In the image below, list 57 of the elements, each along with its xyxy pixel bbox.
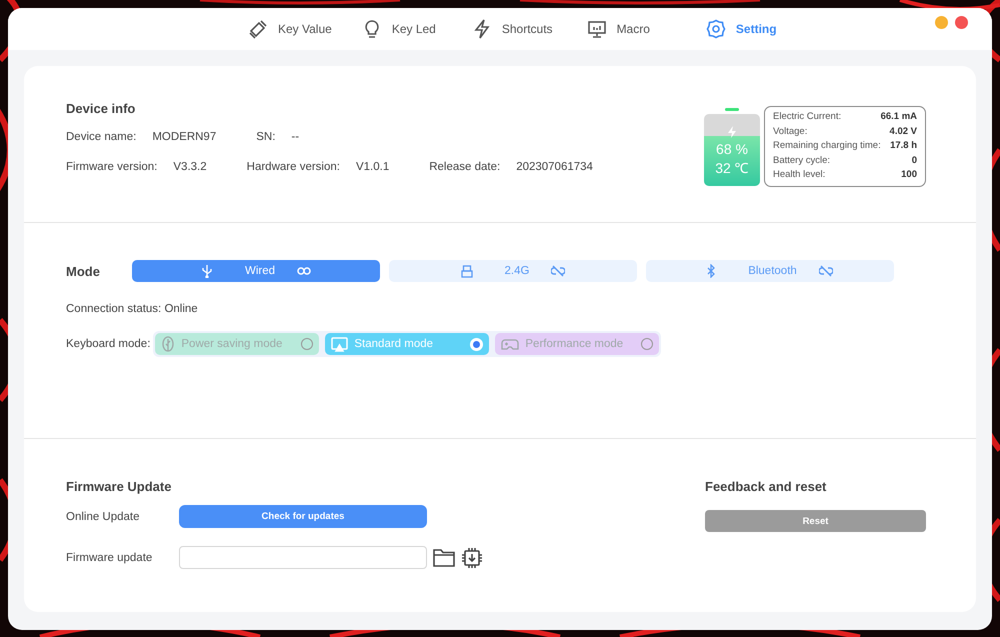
- file-path-field[interactable]: [179, 546, 427, 569]
- monitor-icon: [586, 19, 607, 39]
- field-label: Online Update: [66, 510, 141, 522]
- close-button[interactable]: [955, 16, 968, 29]
- field-value: MODERN97: [152, 131, 216, 143]
- stat-value: 4.02 V: [890, 124, 917, 139]
- stat-label: Voltage:: [773, 124, 808, 139]
- battery-percent: 68 %: [716, 140, 748, 159]
- field-value: V1.0.1: [356, 161, 390, 173]
- lightning-icon: [472, 19, 492, 39]
- usb-icon: [200, 264, 213, 278]
- settings-icon: [706, 19, 726, 39]
- stat-label: Electric Current:: [773, 110, 842, 124]
- field-label: Keyboard mode:: [66, 338, 150, 350]
- stat-value: 17.8 h: [890, 139, 917, 154]
- keyboard-mode-option[interactable]: Performance mode: [495, 333, 660, 355]
- field-value: V3.3.2: [173, 161, 207, 173]
- field-value: 202307061734: [516, 161, 593, 173]
- stat-value: 0: [912, 154, 917, 168]
- keyboard-mode-option[interactable]: Power saving mode: [155, 333, 320, 355]
- battery-temperature: 32 ℃: [715, 159, 749, 178]
- nav-tab[interactable]: Key Led: [358, 19, 440, 39]
- check-updates-button[interactable]: Check for updates: [179, 505, 427, 528]
- folder-icon[interactable]: [433, 548, 455, 567]
- nav-tab[interactable]: Macro: [582, 19, 654, 39]
- connection-button[interactable]: Wired: [132, 260, 380, 282]
- leaf-icon: [161, 336, 176, 352]
- field-label: Firmware update: [66, 552, 154, 564]
- bluetooth-icon: [707, 264, 716, 278]
- section-title: Mode: [66, 264, 101, 278]
- screen-icon: [331, 336, 348, 352]
- stat-value: 66.1 mA: [880, 110, 917, 124]
- dongle-icon: [460, 264, 473, 278]
- stat-label: Health level:: [773, 168, 826, 182]
- stat-label: Battery cycle:: [773, 154, 830, 168]
- field-label: Hardware version:: [246, 161, 340, 173]
- section-title: Device info: [66, 101, 136, 116]
- field-label: SN:: [256, 131, 276, 143]
- nav-tab[interactable]: Key Value: [244, 19, 336, 39]
- connection-button[interactable]: Bluetooth: [646, 260, 894, 282]
- nav-tab[interactable]: Shortcuts: [468, 19, 557, 39]
- field-label: Firmware version:: [66, 161, 158, 173]
- stat-value: 100: [901, 168, 917, 182]
- connection-button[interactable]: 2.4G: [389, 260, 637, 282]
- chip-download-icon[interactable]: [461, 546, 483, 568]
- pen-icon: [248, 19, 268, 39]
- keyboard-mode-option[interactable]: Standard mode: [325, 333, 490, 355]
- section-title: Feedback and reset: [705, 479, 828, 494]
- section-title: Firmware Update: [66, 479, 172, 494]
- connection-status: Connection status: Online: [66, 303, 199, 315]
- stat-label: Remaining charging time:: [773, 139, 881, 154]
- field-label: Device name:: [66, 131, 136, 143]
- field-label: Release date:: [429, 161, 500, 173]
- gamepad-icon: [501, 338, 520, 350]
- nav-tab[interactable]: Setting: [702, 19, 781, 39]
- field-value: --: [291, 131, 300, 143]
- minimize-button[interactable]: [935, 16, 948, 29]
